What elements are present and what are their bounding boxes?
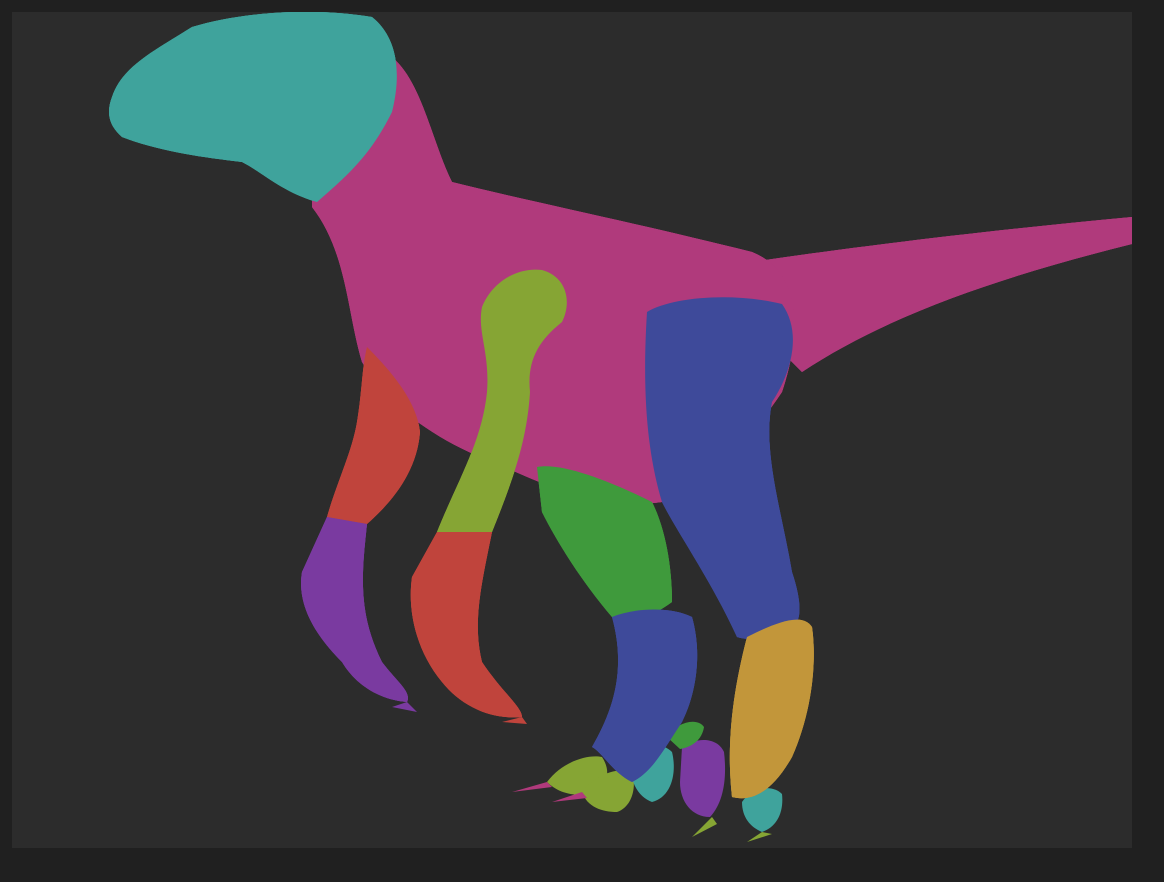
claw-tip-5 xyxy=(692,817,717,837)
toe-claw-purple-1 xyxy=(680,740,726,817)
claw-tip-1 xyxy=(512,782,552,792)
3d-viewport[interactable] xyxy=(12,12,1132,848)
shading-overlay xyxy=(109,12,1132,799)
raptor-model xyxy=(109,12,1132,842)
claw-tip-4 xyxy=(502,717,527,724)
app-frame xyxy=(0,0,1164,882)
claw-tip-3 xyxy=(392,702,417,712)
claw-tip-6 xyxy=(747,832,772,842)
